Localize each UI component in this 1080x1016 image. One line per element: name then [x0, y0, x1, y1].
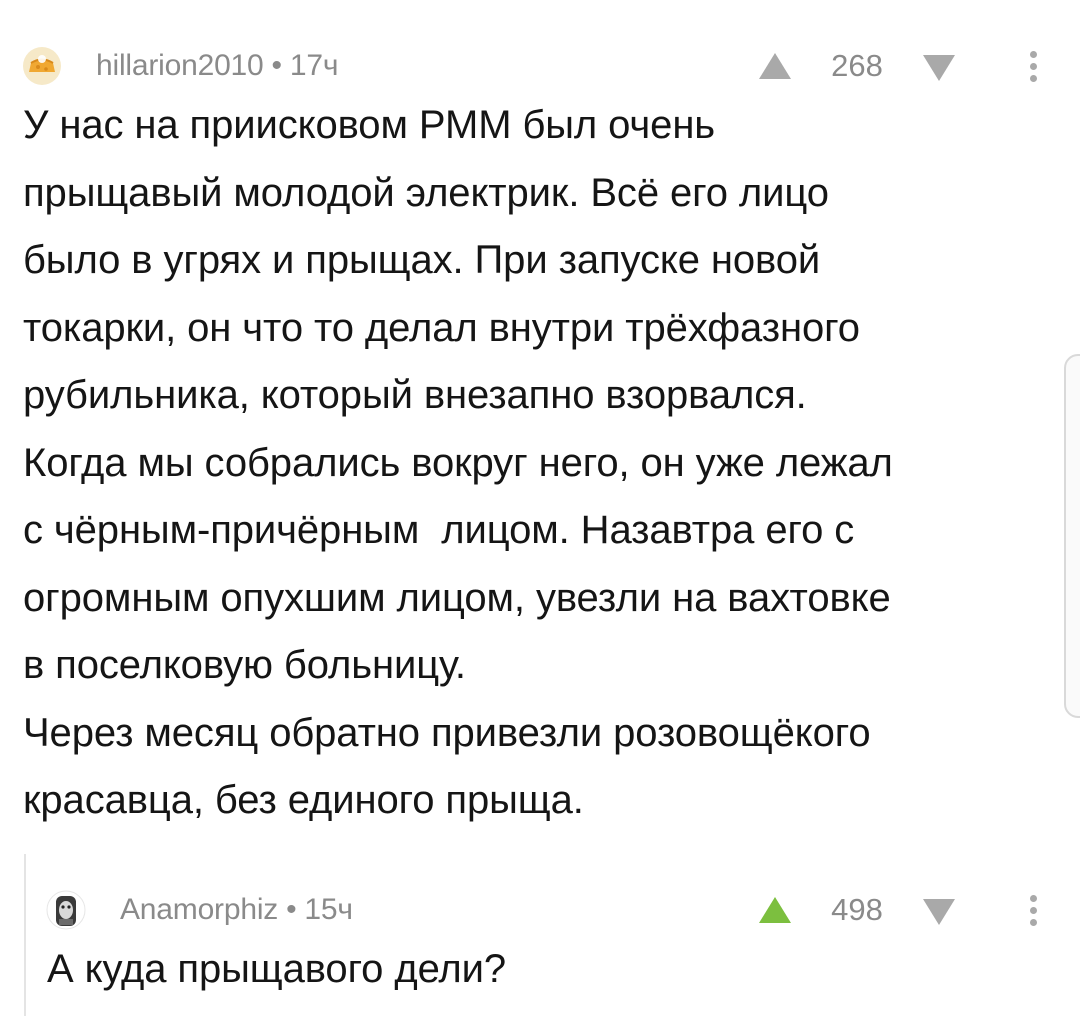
comment-meta: Anamorphiz • 15ч [120, 890, 353, 930]
meta-separator: • [271, 49, 283, 82]
comment-rating: 498 [831, 892, 883, 927]
comment-time: 17ч [289, 49, 339, 82]
comment-text: А куда прыщавого дели? [47, 947, 507, 991]
comment-time: 15ч [304, 893, 353, 926]
comment-rating: 268 [831, 48, 883, 83]
scroll-handle[interactable] [1064, 354, 1080, 718]
monkey-avatar[interactable] [46, 890, 86, 930]
author-name[interactable]: Anamorphiz [120, 893, 278, 926]
downvote-icon[interactable] [921, 53, 957, 83]
author-name[interactable]: hillarion2010 [96, 49, 264, 82]
meta-separator: • [286, 893, 297, 926]
downvote-icon[interactable] [921, 897, 957, 927]
reply-thread-line [24, 854, 26, 1016]
comment-meta: hillarion2010 • 17ч [96, 46, 338, 86]
cheese-bread-avatar[interactable] [22, 46, 62, 86]
more-options-icon[interactable] [1025, 892, 1041, 932]
comment-header: Anamorphiz • 15ч 498 [0, 890, 1080, 930]
comment-text: У нас на приисковом РММ был очень прыщав… [23, 103, 893, 822]
upvote-icon[interactable] [757, 51, 793, 81]
comment-header: hillarion2010 • 17ч 268 [0, 46, 1080, 86]
more-options-icon[interactable] [1025, 48, 1041, 88]
comments-page: hillarion2010 • 17ч 268 У нас на приисково… [0, 0, 1080, 1016]
upvote-icon-active[interactable] [757, 895, 793, 925]
